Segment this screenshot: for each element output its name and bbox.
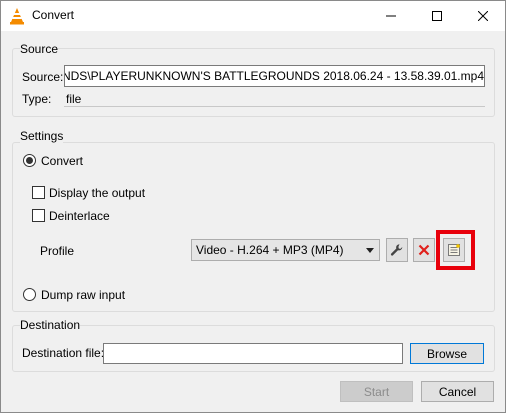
settings-group — [12, 142, 495, 312]
destination-file-label: Destination file: — [22, 346, 105, 360]
new-profile-highlight — [436, 230, 475, 270]
delete-profile-button[interactable] — [413, 238, 435, 262]
convert-radio-label: Convert — [41, 154, 84, 168]
settings-group-label: Settings — [20, 129, 64, 143]
maximize-icon — [432, 11, 442, 21]
cancel-button[interactable]: Cancel — [421, 381, 494, 402]
vlc-cone-icon — [10, 8, 24, 25]
destination-group-label: Destination — [20, 318, 81, 332]
source-divider — [64, 106, 485, 107]
dump-raw-radio[interactable] — [23, 288, 36, 301]
source-path-text: TTLEGROUNDS\PLAYERUNKNOWN'S BATTLEGROUND… — [65, 69, 484, 83]
maximize-button[interactable] — [414, 1, 460, 31]
display-output-checkbox[interactable] — [32, 186, 45, 199]
display-output-label: Display the output — [49, 186, 146, 200]
source-group-label: Source — [20, 42, 59, 56]
deinterlace-checkbox[interactable] — [32, 209, 45, 222]
profile-dropdown[interactable]: Video - H.264 + MP3 (MP4) — [191, 239, 380, 261]
source-path-field[interactable]: TTLEGROUNDS\PLAYERUNKNOWN'S BATTLEGROUND… — [64, 65, 485, 87]
minimize-button[interactable] — [368, 1, 414, 31]
convert-radio[interactable] — [23, 154, 36, 167]
profile-label: Profile — [40, 244, 75, 258]
cancel-button-label: Cancel — [438, 384, 477, 399]
start-button[interactable]: Start — [340, 381, 413, 402]
wrench-icon — [390, 244, 403, 256]
browse-button-label: Browse — [426, 346, 467, 361]
edit-profile-button[interactable] — [386, 238, 408, 262]
close-button[interactable] — [460, 1, 506, 31]
destination-file-input[interactable] — [103, 343, 403, 364]
window-title: Convert — [32, 8, 75, 22]
dump-raw-label: Dump raw input — [41, 288, 126, 302]
title-bar: Convert — [1, 1, 505, 31]
type-value: file — [66, 92, 82, 106]
minimize-icon — [386, 15, 396, 17]
deinterlace-label: Deinterlace — [49, 209, 110, 223]
start-button-label: Start — [363, 384, 390, 399]
profile-selected-value: Video - H.264 + MP3 (MP4) — [196, 243, 344, 257]
source-label: Source: — [22, 70, 64, 84]
close-icon — [478, 11, 488, 21]
convert-dialog: Convert Source Source: TTLEGROUNDS\PLAYE… — [0, 0, 506, 413]
browse-button[interactable]: Browse — [410, 343, 484, 364]
type-label: Type: — [22, 92, 52, 106]
chevron-down-icon — [366, 248, 374, 253]
delete-x-icon — [418, 244, 430, 256]
